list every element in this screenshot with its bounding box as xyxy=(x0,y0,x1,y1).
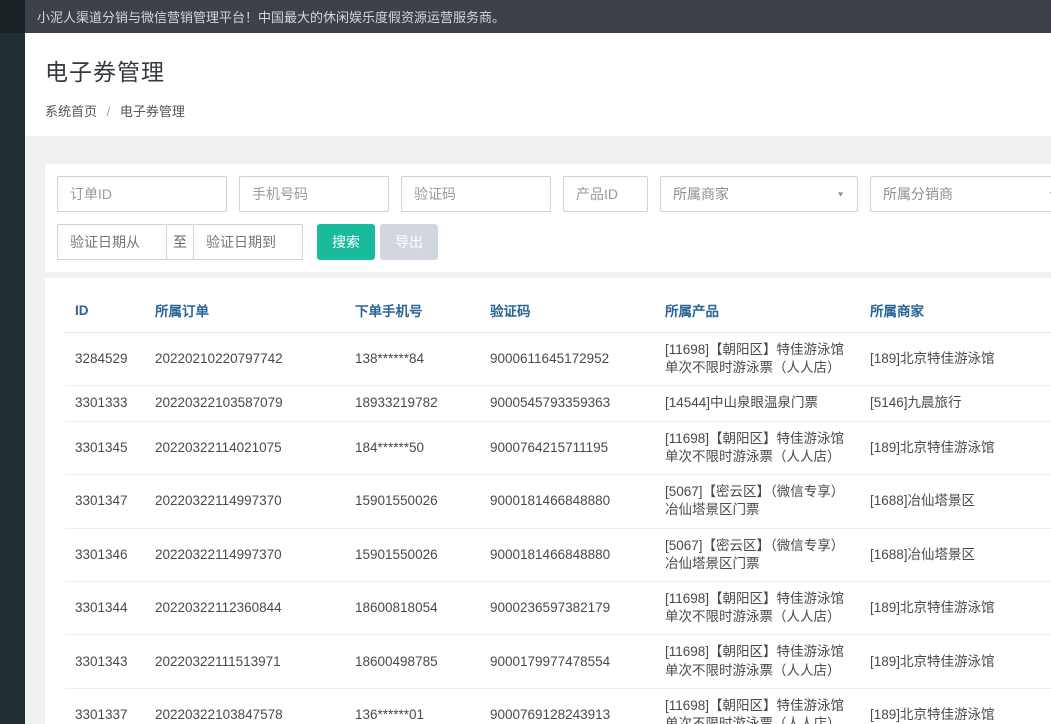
page-title: 电子券管理 xyxy=(45,53,1031,87)
table-body: 328452920220210220797742138******8490006… xyxy=(65,333,1051,724)
breadcrumb-home-link[interactable]: 系统首页 xyxy=(45,104,97,119)
cell-phone: 18600498785 xyxy=(345,635,480,688)
cell-id: 3301343 xyxy=(65,635,145,688)
table-row: 3301347202203221149973701590155002690001… xyxy=(65,475,1051,528)
phone-input[interactable] xyxy=(239,176,389,212)
cell-id: 3301347 xyxy=(65,475,145,528)
cell-code: 9000181466848880 xyxy=(480,475,655,528)
cell-order: 20220210220797742 xyxy=(145,333,345,386)
cell-merchant: [189]北京特佳游泳馆 xyxy=(860,581,1051,634)
distributor-select[interactable]: 所属分销商 ▼ xyxy=(870,176,1051,212)
col-header-product: 所属产品 xyxy=(655,288,860,333)
cell-code: 9000179977478554 xyxy=(480,635,655,688)
verify-code-input[interactable] xyxy=(401,176,551,212)
cell-id: 3301346 xyxy=(65,528,145,581)
table-row: 3301343202203221115139711860049878590001… xyxy=(65,635,1051,688)
order-id-input[interactable] xyxy=(57,176,227,212)
export-button[interactable]: 导出 xyxy=(380,224,438,260)
cell-phone: 15901550026 xyxy=(345,528,480,581)
voucher-table: ID 所属订单 下单手机号 验证码 所属产品 所属商家 328452920220… xyxy=(65,288,1051,724)
table-row: 3301333202203221035870791893321978290005… xyxy=(65,386,1051,421)
cell-id: 3301345 xyxy=(65,421,145,474)
cell-phone: 18600818054 xyxy=(345,581,480,634)
cell-order: 20220322114021075 xyxy=(145,421,345,474)
cell-phone: 136******01 xyxy=(345,688,480,724)
chevron-down-icon: ▼ xyxy=(836,190,845,198)
cell-order: 20220322114997370 xyxy=(145,528,345,581)
col-header-id: ID xyxy=(65,288,145,333)
topbar-slogan: 小泥人渠道分销与微信营销管理平台！中国最大的休闲娱乐度假资源运营服务商。 xyxy=(37,7,505,26)
date-range-group: 至 xyxy=(57,224,303,260)
content: 所属商家 ▼ 所属分销商 ▼ 至 搜索 导出 xyxy=(25,136,1051,724)
filter-row-2: 至 搜索 导出 xyxy=(57,224,1039,260)
product-id-input[interactable] xyxy=(563,176,648,212)
cell-id: 3301337 xyxy=(65,688,145,724)
col-header-merchant: 所属商家 xyxy=(860,288,1051,333)
table-row: 3301344202203221123608441860081805490002… xyxy=(65,581,1051,634)
breadcrumb-separator: / xyxy=(107,104,111,119)
cell-merchant: [189]北京特佳游泳馆 xyxy=(860,333,1051,386)
merchant-select-label: 所属商家 xyxy=(673,184,729,204)
breadcrumb: 系统首页 / 电子券管理 xyxy=(45,101,1031,120)
content-header: 电子券管理 系统首页 / 电子券管理 xyxy=(25,33,1051,136)
cell-order: 20220322103587079 xyxy=(145,386,345,421)
cell-product: [11698]【朝阳区】特佳游泳馆单次不限时游泳票（人人店） xyxy=(655,688,860,724)
filter-panel: 所属商家 ▼ 所属分销商 ▼ 至 搜索 导出 xyxy=(45,164,1051,272)
cell-product: [11698]【朝阳区】特佳游泳馆单次不限时游泳票（人人店） xyxy=(655,421,860,474)
verify-date-to-input[interactable] xyxy=(193,224,303,260)
cell-merchant: [189]北京特佳游泳馆 xyxy=(860,635,1051,688)
distributor-select-label: 所属分销商 xyxy=(883,184,953,204)
cell-id: 3284529 xyxy=(65,333,145,386)
table-row: 3301346202203221149973701590155002690001… xyxy=(65,528,1051,581)
cell-merchant: [189]北京特佳游泳馆 xyxy=(860,688,1051,724)
collapsed-sidebar[interactable] xyxy=(0,0,25,724)
cell-product: [11698]【朝阳区】特佳游泳馆单次不限时游泳票（人人店） xyxy=(655,635,860,688)
col-header-phone: 下单手机号 xyxy=(345,288,480,333)
topbar: 小泥人渠道分销与微信营销管理平台！中国最大的休闲娱乐度假资源运营服务商。 xyxy=(25,0,1051,33)
filter-row-1: 所属商家 ▼ 所属分销商 ▼ xyxy=(57,176,1039,212)
date-range-to-label: 至 xyxy=(166,224,194,260)
app-window: 小泥人渠道分销与微信营销管理平台！中国最大的休闲娱乐度假资源运营服务商。 电子券… xyxy=(0,0,1051,724)
cell-product: [11698]【朝阳区】特佳游泳馆单次不限时游泳票（人人店） xyxy=(655,333,860,386)
cell-merchant: [1688]冶仙塔景区 xyxy=(860,528,1051,581)
cell-order: 20220322114997370 xyxy=(145,475,345,528)
cell-merchant: [189]北京特佳游泳馆 xyxy=(860,421,1051,474)
cell-product: [5067]【密云区】（微信专享）冶仙塔景区门票 xyxy=(655,475,860,528)
table-row: 328452920220210220797742138******8490006… xyxy=(65,333,1051,386)
search-button[interactable]: 搜索 xyxy=(317,224,375,260)
cell-code: 9000545793359363 xyxy=(480,386,655,421)
voucher-table-panel: ID 所属订单 下单手机号 验证码 所属产品 所属商家 328452920220… xyxy=(45,278,1051,724)
merchant-select[interactable]: 所属商家 ▼ xyxy=(660,176,858,212)
cell-phone: 15901550026 xyxy=(345,475,480,528)
breadcrumb-current: 电子券管理 xyxy=(120,104,185,119)
cell-product: [11698]【朝阳区】特佳游泳馆单次不限时游泳票（人人店） xyxy=(655,581,860,634)
cell-id: 3301333 xyxy=(65,386,145,421)
cell-product: [14544]中山泉眼温泉门票 xyxy=(655,386,860,421)
cell-code: 9000769128243913 xyxy=(480,688,655,724)
verify-date-from-input[interactable] xyxy=(57,224,167,260)
cell-code: 9000764215711195 xyxy=(480,421,655,474)
cell-phone: 18933219782 xyxy=(345,386,480,421)
cell-code: 9000236597382179 xyxy=(480,581,655,634)
cell-order: 20220322112360844 xyxy=(145,581,345,634)
cell-order: 20220322111513971 xyxy=(145,635,345,688)
cell-merchant: [5146]九晨旅行 xyxy=(860,386,1051,421)
cell-code: 9000181466848880 xyxy=(480,528,655,581)
table-header-row: ID 所属订单 下单手机号 验证码 所属产品 所属商家 xyxy=(65,288,1051,333)
col-header-code: 验证码 xyxy=(480,288,655,333)
sidebar-header-strip xyxy=(0,0,25,33)
cell-phone: 138******84 xyxy=(345,333,480,386)
cell-order: 20220322103847578 xyxy=(145,688,345,724)
col-header-order: 所属订单 xyxy=(145,288,345,333)
cell-id: 3301344 xyxy=(65,581,145,634)
table-row: 330133720220322103847578136******0190007… xyxy=(65,688,1051,724)
cell-code: 9000611645172952 xyxy=(480,333,655,386)
cell-product: [5067]【密云区】（微信专享）冶仙塔景区门票 xyxy=(655,528,860,581)
table-row: 330134520220322114021075184******5090007… xyxy=(65,421,1051,474)
main-area: 小泥人渠道分销与微信营销管理平台！中国最大的休闲娱乐度假资源运营服务商。 电子券… xyxy=(25,0,1051,724)
cell-phone: 184******50 xyxy=(345,421,480,474)
cell-merchant: [1688]冶仙塔景区 xyxy=(860,475,1051,528)
